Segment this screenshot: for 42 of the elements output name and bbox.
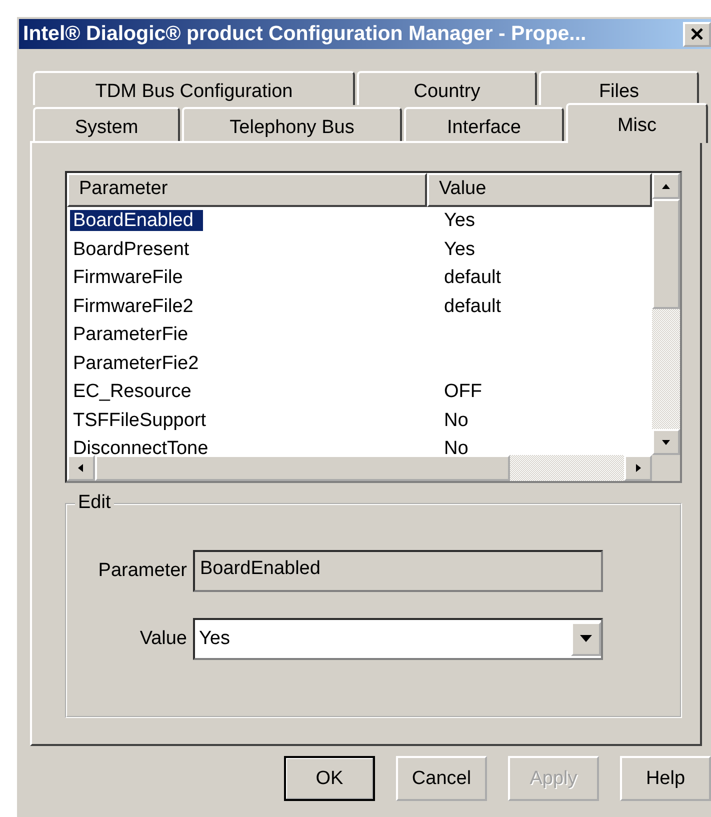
- scroll-left-arrow-icon: [76, 463, 86, 473]
- tab[interactable]: TDM Bus Configuration: [33, 71, 355, 105]
- dialog-button[interactable]: Help: [620, 756, 711, 801]
- dialog-button[interactable]: OK: [284, 756, 375, 801]
- tab[interactable]: System: [33, 107, 180, 141]
- scrollbar-corner: [652, 455, 680, 481]
- parameter-name-cell[interactable]: ParameterFie2: [70, 352, 199, 374]
- tab[interactable]: Country: [357, 71, 537, 105]
- dropdown-arrow-icon: [580, 635, 592, 643]
- parameter-value-cell-text: No: [443, 438, 468, 455]
- parameter-name-cell[interactable]: FirmwareFile2: [70, 296, 194, 317]
- parameter-name-cell[interactable]: ParameterFie: [70, 324, 188, 346]
- parameter-value-cell-text: OFF: [443, 381, 482, 402]
- scroll-right-arrow-icon: [633, 463, 643, 473]
- parameter-name-cell[interactable]: BoardPresent: [70, 238, 190, 260]
- tab[interactable]: Telephony Bus: [182, 107, 402, 141]
- parameter-name-cell[interactable]: DisconnectTone: [70, 438, 208, 455]
- parameter-name-cell[interactable]: EC_Resource: [70, 381, 192, 402]
- field-label: Parameter: [97, 560, 187, 582]
- parameter-name-cell[interactable]: FirmwareFile: [70, 267, 183, 288]
- parameter-value-cell-text: Yes: [443, 238, 475, 260]
- value-dropdown[interactable]: Yes: [193, 618, 603, 660]
- horizontal-scrollbar[interactable]: [67, 455, 652, 481]
- tab[interactable]: Misc: [566, 103, 708, 143]
- parameter-value-cell-text: default: [443, 267, 502, 288]
- parameter-value-cell-text: Yes: [443, 210, 475, 232]
- column-header[interactable]: Value: [427, 173, 652, 207]
- field-label: Value: [138, 628, 187, 650]
- parameter-field[interactable]: BoardEnabled: [193, 550, 603, 592]
- close-icon: [690, 27, 704, 41]
- tab[interactable]: Files: [539, 71, 699, 105]
- dialog-button[interactable]: Cancel: [396, 756, 487, 801]
- column-header[interactable]: Parameter: [67, 173, 427, 207]
- parameter-value-cell-text: default: [443, 296, 502, 317]
- close-button[interactable]: [683, 22, 711, 46]
- parameter-name-cell[interactable]: BoardEnabled: [70, 210, 204, 232]
- tab[interactable]: Interface: [404, 107, 564, 141]
- scroll-down-arrow-icon: [661, 437, 671, 447]
- window-title: Intel® Dialogic® product Configuration Manager - Prope...: [23, 22, 588, 46]
- parameter-name-cell[interactable]: TSFFileSupport: [70, 410, 206, 431]
- parameter-value-cell-text: No: [443, 410, 468, 431]
- vertical-scrollbar[interactable]: [652, 173, 680, 455]
